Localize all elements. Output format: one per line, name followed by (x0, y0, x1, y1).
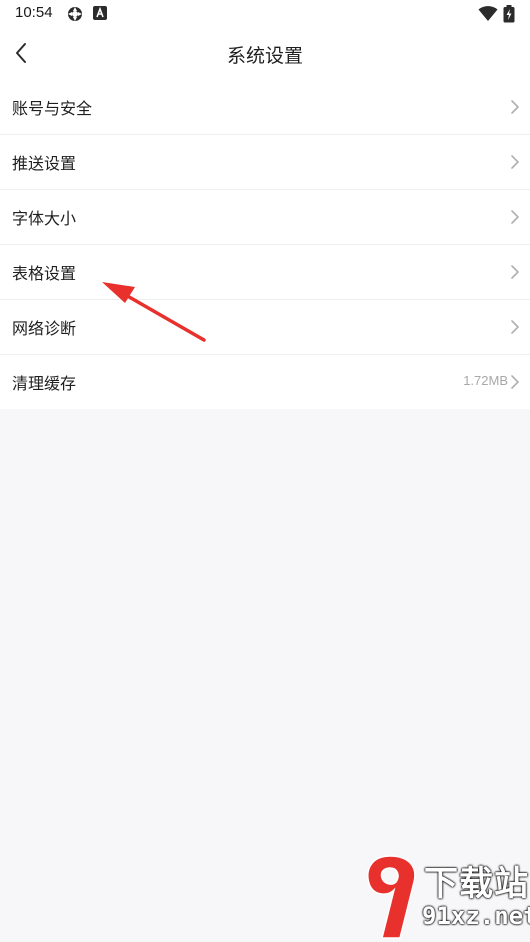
settings-row-label: 表格设置 (12, 264, 77, 283)
watermark-logo-icon (367, 855, 416, 939)
settings-row-network-diagnosis[interactable]: 网络诊断 (0, 300, 530, 355)
settings-row-account-security[interactable]: 账号与安全 (0, 80, 530, 135)
chevron-right-icon (511, 155, 519, 169)
page-title: 系统设置 (226, 45, 303, 67)
settings-row-push[interactable]: 推送设置 (0, 135, 530, 190)
settings-row-label: 清理缓存 (12, 374, 77, 393)
chevron-right-icon (511, 375, 519, 389)
status-bar: 10:54 (0, 0, 530, 28)
settings-row-font-size[interactable]: 字体大小 (0, 190, 530, 245)
status-time: 10:54 (15, 4, 53, 21)
watermark-title: 下载站 (424, 864, 529, 904)
settings-row-table[interactable]: 表格设置 (0, 245, 530, 300)
chevron-right-icon (511, 320, 519, 334)
settings-row-label: 字体大小 (12, 209, 77, 228)
chevron-right-icon (511, 100, 519, 114)
settings-list: 账号与安全 推送设置 字体大小 表格设置 网络诊断 清理缓存 1.72MB (0, 80, 530, 409)
settings-row-label: 网络诊断 (12, 319, 77, 338)
font-a-icon (93, 6, 107, 20)
settings-row-label: 推送设置 (12, 154, 77, 173)
settings-row-label: 账号与安全 (12, 99, 93, 118)
watermark-url: 91xz.net (422, 902, 530, 930)
wifi-icon (478, 6, 498, 21)
cache-size-value: 1.72MB (463, 373, 508, 388)
chevron-right-icon (511, 210, 519, 224)
sync-icon (68, 7, 82, 21)
chevron-right-icon (511, 265, 519, 279)
app-bar: 系统设置 (0, 28, 530, 80)
settings-row-clear-cache[interactable]: 清理缓存 1.72MB (0, 355, 530, 409)
watermark: 下载站 91xz.net (360, 852, 530, 942)
battery-icon (503, 5, 515, 23)
